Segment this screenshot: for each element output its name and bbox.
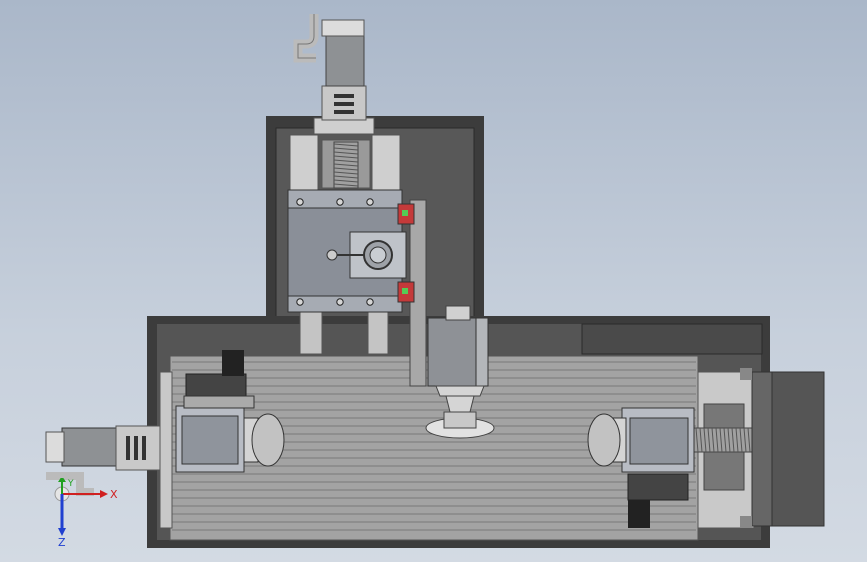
tool-head-face — [475, 317, 489, 387]
bolt — [366, 198, 374, 206]
bolt — [336, 198, 344, 206]
right-end-cap — [740, 368, 752, 380]
vertical-motor-body — [325, 33, 365, 87]
column-rail-right — [367, 311, 389, 355]
x-axis-label: X — [110, 488, 118, 501]
column-guide-left — [289, 134, 319, 191]
carriage-bottom-bar — [287, 295, 403, 313]
column-ballscrew — [333, 141, 359, 189]
base-right-recess — [581, 323, 763, 355]
bolt — [336, 298, 344, 306]
bolt — [296, 198, 304, 206]
vertical-motor-cap — [321, 19, 365, 37]
y-axis-label: Y — [67, 479, 74, 489]
tool-head-top — [445, 305, 471, 321]
column-rail-left — [299, 311, 323, 355]
right-end-cap-2 — [740, 516, 752, 528]
ballscrew-right — [693, 427, 753, 453]
probe-tip — [326, 249, 338, 261]
table-left-cap — [159, 371, 173, 529]
coupler-rings — [334, 94, 354, 114]
bolt — [366, 298, 374, 306]
axis-triad: X Y Z — [54, 478, 118, 548]
z-axis-label: Z — [58, 536, 66, 548]
bolt — [296, 298, 304, 306]
column-guide-right — [371, 134, 401, 191]
carriage-top-bar — [287, 189, 403, 209]
cad-viewport[interactable] — [0, 0, 867, 562]
right-motor-face — [751, 371, 773, 527]
vertical-motor-cable — [293, 14, 319, 63]
